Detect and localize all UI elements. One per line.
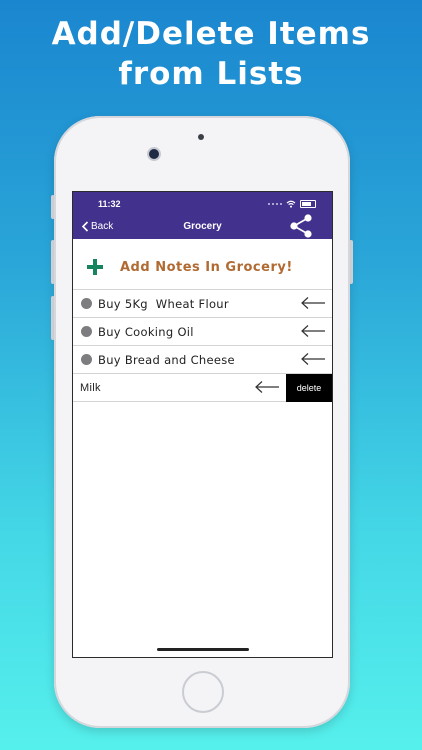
list-item-text: Milk (80, 381, 101, 394)
promo-line-2: from Lists (118, 56, 304, 92)
home-indicator (157, 648, 249, 651)
front-camera (149, 149, 159, 159)
bullet-icon (81, 326, 92, 337)
battery-icon (300, 200, 316, 208)
plus-icon[interactable] (86, 258, 104, 276)
list-item-text: Buy 5Kg Wheat Flour (98, 296, 229, 311)
grocery-list: Buy 5Kg Wheat Flour Buy Cooking Oil Buy … (73, 289, 332, 402)
signal-icon (268, 203, 282, 205)
home-button[interactable] (182, 671, 224, 713)
list-item[interactable]: Buy Cooking Oil (73, 318, 332, 346)
proximity-sensor (198, 134, 204, 140)
list-item-text: Buy Cooking Oil (98, 324, 194, 339)
list-item-text: Buy Bread and Cheese (98, 352, 235, 367)
promo-line-1: Add/Delete Items (51, 16, 371, 52)
delete-button[interactable]: delete (286, 374, 332, 402)
navigation-bar: 11:32 Back Grocery (73, 192, 332, 239)
arrow-left-icon[interactable] (300, 352, 326, 366)
arrow-left-icon[interactable] (300, 324, 326, 338)
status-time: 11:32 (98, 199, 121, 209)
bullet-icon (81, 298, 92, 309)
bullet-icon (81, 354, 92, 365)
add-note-label: Add Notes In Grocery! (120, 259, 293, 275)
arrow-left-icon[interactable] (254, 380, 280, 394)
earpiece-speaker (170, 152, 240, 158)
list-item[interactable]: Buy Bread and Cheese (73, 346, 332, 374)
add-note-row[interactable]: Add Notes In Grocery! (73, 250, 332, 284)
wifi-icon (286, 200, 296, 208)
arrow-left-icon[interactable] (300, 296, 326, 310)
status-icons (268, 199, 316, 209)
promo-headline: Add/Delete Items from Lists (0, 14, 422, 94)
app-screen: 11:32 Back Grocery Add Notes In Grocery!… (72, 191, 333, 658)
list-item[interactable]: Buy 5Kg Wheat Flour (73, 289, 332, 318)
list-item-swiped[interactable]: Milk delete (73, 374, 332, 402)
share-icon[interactable] (288, 214, 314, 238)
